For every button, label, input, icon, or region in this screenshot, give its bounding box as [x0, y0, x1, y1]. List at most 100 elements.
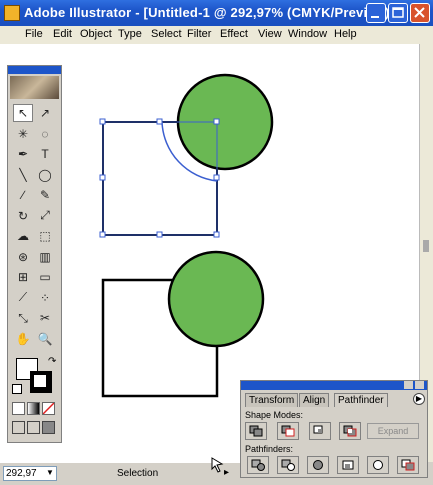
menu-help[interactable]: Help — [334, 28, 357, 40]
exclude-overlapping-areas-button[interactable] — [339, 422, 361, 440]
merge-button[interactable] — [307, 456, 329, 474]
mesh-icon[interactable]: ⊞ — [13, 268, 33, 286]
pen-icon[interactable]: ✒ — [13, 145, 33, 163]
window-title: Adobe Illustrator - [Untitled-1 @ 292,97… — [24, 5, 395, 20]
subtract-from-shape-area-button[interactable] — [277, 422, 299, 440]
lower-circle[interactable] — [167, 250, 265, 348]
zoom-icon[interactable]: 🔍 — [35, 330, 55, 348]
menu-file[interactable]: File — [25, 28, 43, 40]
outline-icon — [373, 460, 383, 470]
exclude-overlapping-areas-icon — [343, 425, 357, 437]
menu-type[interactable]: Type — [118, 28, 142, 40]
maximize-button[interactable] — [388, 3, 408, 23]
vertical-scroll-thumb[interactable] — [423, 240, 429, 252]
expand-button[interactable]: Expand — [367, 423, 419, 439]
gradient-mode-icon[interactable] — [27, 402, 40, 415]
tab-transform[interactable]: Transform — [245, 393, 299, 407]
type-icon[interactable]: T — [35, 145, 55, 163]
free-transform-icon[interactable]: ⬚ — [35, 227, 55, 245]
menu-filter[interactable]: Filter — [187, 28, 211, 40]
selection-arrow-icon[interactable]: ↖ — [13, 104, 33, 122]
trim-icon — [281, 459, 295, 471]
divide-button[interactable] — [247, 456, 269, 474]
rotate-icon[interactable]: ↻ — [13, 207, 33, 225]
tab-pathfinder[interactable]: Pathfinder — [334, 393, 388, 407]
symbol-sprayer-icon[interactable]: ⊛ — [13, 248, 33, 266]
status-bar: 292,97 ▼ Selection ▸ — [0, 462, 240, 485]
warp-icon[interactable]: ☁ — [13, 227, 33, 245]
toolbox: ↖ ↗ ✳ ◌ ✒ T ╲ ◯ ∕ ✎ ↻ ⤢ ☁ ⬚ ⊛ ▥ ⊞ ▭ ⟋ ⁘ ⤡ ✂ ✋ 🔍 ↷ — [7, 65, 62, 443]
bbox-handle-right[interactable] — [213, 174, 220, 181]
bbox-handle-bottom-left[interactable] — [99, 231, 106, 238]
hand-icon[interactable]: ✋ — [13, 330, 33, 348]
bbox-handle-top[interactable] — [156, 118, 163, 125]
minimize-button[interactable] — [366, 3, 386, 23]
minus-back-button[interactable] — [397, 456, 419, 474]
bbox-handle-left[interactable] — [99, 174, 106, 181]
slice-icon[interactable]: ⤡ — [13, 309, 33, 327]
none-mode-icon[interactable] — [42, 402, 55, 415]
intersect-shape-areas-button[interactable] — [309, 422, 331, 440]
toolbox-title-bar[interactable] — [8, 66, 61, 74]
outline-button[interactable] — [367, 456, 389, 474]
direct-selection-icon[interactable]: ↗ — [35, 104, 55, 122]
mouse-cursor — [211, 457, 224, 473]
scissors-icon[interactable]: ✂ — [35, 309, 55, 327]
menu-window[interactable]: Window — [288, 28, 327, 40]
panel-menu-button[interactable]: ▶ — [413, 393, 425, 405]
stroke-swatch-inner — [34, 375, 46, 387]
tab-align[interactable]: Align — [299, 393, 330, 407]
menu-select[interactable]: Select — [151, 28, 182, 40]
bbox-handle-top-left[interactable] — [99, 118, 106, 125]
magic-wand-icon[interactable]: ✳ — [13, 125, 33, 143]
bbox-handle-bottom[interactable] — [156, 231, 163, 238]
crop-icon — [342, 460, 354, 470]
status-mode-text: Selection — [117, 468, 159, 479]
panel-close-button[interactable] — [415, 381, 424, 389]
merge-icon — [313, 460, 323, 470]
bbox-handle-top-right[interactable] — [213, 118, 220, 125]
blend-icon[interactable]: ⁘ — [35, 289, 55, 307]
menu-edit[interactable]: Edit — [53, 28, 72, 40]
line-icon[interactable]: ╲ — [13, 166, 33, 184]
crop-button[interactable] — [337, 456, 359, 474]
paintbrush-icon[interactable]: ∕ — [13, 186, 33, 204]
panel-minimize-button[interactable] — [404, 381, 413, 389]
ellipse-icon[interactable]: ◯ — [35, 166, 55, 184]
color-mode-icon[interactable] — [12, 402, 25, 415]
scale-icon[interactable]: ⤢ — [35, 207, 55, 225]
menu-object[interactable]: Object — [80, 28, 112, 40]
swap-colors-icon[interactable]: ↷ — [48, 356, 56, 367]
add-to-shape-area-button[interactable] — [245, 422, 267, 440]
title-bar: Adobe Illustrator - [Untitled-1 @ 292,97… — [0, 0, 433, 26]
divide-icon — [251, 459, 265, 471]
close-icon — [414, 7, 425, 18]
pencil-icon[interactable]: ✎ — [35, 186, 55, 204]
gradient-icon[interactable]: ▭ — [35, 268, 55, 286]
add-to-shape-area-icon — [249, 425, 263, 437]
pathfinder-panel: Transform Align Pathfinder ▶ Shape Modes… — [240, 380, 428, 478]
pathfinders-label: Pathfinders: — [245, 444, 294, 454]
menu-view[interactable]: View — [258, 28, 282, 40]
eyedropper-icon[interactable]: ⟋ — [13, 289, 33, 307]
minus-back-icon — [401, 459, 415, 471]
bbox-handle-bottom-right[interactable] — [213, 231, 220, 238]
illustrator-app-icon[interactable] — [4, 5, 20, 21]
menu-effect[interactable]: Effect — [220, 28, 248, 40]
maximize-icon — [392, 7, 404, 18]
minimize-icon — [371, 16, 379, 18]
close-button[interactable] — [410, 3, 430, 23]
full-screen-mode-icon[interactable] — [42, 421, 55, 434]
default-colors-icon[interactable] — [12, 384, 22, 394]
shape-modes-label: Shape Modes: — [245, 410, 304, 420]
column-graph-icon[interactable]: ▥ — [35, 248, 55, 266]
intersect-shape-areas-icon — [313, 425, 323, 434]
trim-button[interactable] — [277, 456, 299, 474]
zoom-dropdown-arrow[interactable]: ▼ — [46, 468, 54, 477]
standard-screen-mode-icon[interactable] — [12, 421, 25, 434]
panel-title-bar[interactable] — [241, 381, 427, 390]
full-screen-menu-mode-icon[interactable] — [27, 421, 40, 434]
lasso-icon[interactable]: ◌ — [35, 125, 55, 143]
menu-bar: File Edit Object Type Select Filter Effe… — [0, 26, 433, 67]
toolbox-logo-image[interactable] — [10, 76, 59, 99]
